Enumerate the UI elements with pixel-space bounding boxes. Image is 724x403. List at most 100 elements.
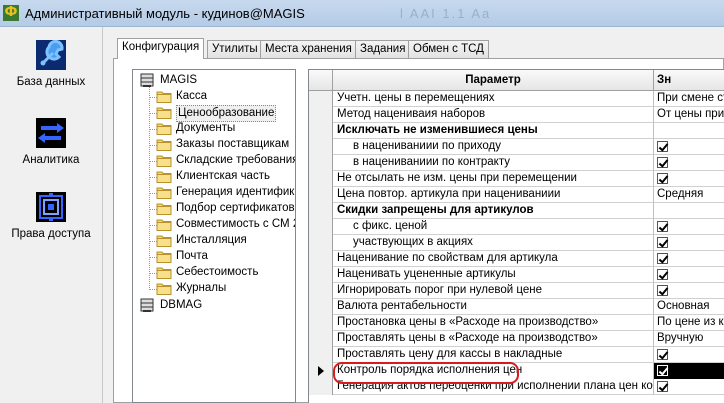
parameters-grid[interactable]: Параметр Зн Учетн. цены в перемещениях Пр… xyxy=(308,69,724,403)
value-cell[interactable] xyxy=(654,203,724,219)
value-cell[interactable] xyxy=(654,283,724,299)
table-row[interactable]: Генерация актов переоценки при исполнени… xyxy=(309,379,724,395)
column-header-parameter[interactable]: Параметр xyxy=(333,70,654,91)
row-indicator[interactable] xyxy=(309,379,333,395)
row-indicator[interactable] xyxy=(309,139,333,155)
checkbox-checked[interactable] xyxy=(657,173,668,184)
tab-tasks[interactable]: Задания xyxy=(355,40,411,58)
tree-node[interactable]: Совместимость с СМ 2 xyxy=(156,217,295,233)
tree-node[interactable]: Документы xyxy=(156,121,295,137)
checkbox-checked[interactable] xyxy=(657,237,668,248)
table-row[interactable]: Проставлять цены в «Расходе на производс… xyxy=(309,331,724,347)
checkbox-checked[interactable] xyxy=(657,381,668,392)
checkbox-checked[interactable] xyxy=(657,157,668,168)
table-row[interactable]: Не отсылать не изм. цены при перемещении xyxy=(309,171,724,187)
tree-node[interactable]: Журналы xyxy=(156,281,295,297)
row-indicator[interactable] xyxy=(309,91,333,107)
value-cell[interactable] xyxy=(654,347,724,363)
tree-node[interactable]: Складские требования xyxy=(156,153,295,169)
table-row-current[interactable]: Контроль порядка исполнения цен xyxy=(309,363,724,379)
tab-tsd-exchange[interactable]: Обмен с ТСД xyxy=(408,40,489,58)
table-row[interactable]: Цена повтор. артикула при нацениваниии Ср… xyxy=(309,187,724,203)
tab-configuration[interactable]: Конфигурация xyxy=(117,38,205,59)
tree-node-root-2[interactable]: DBMAG xyxy=(140,298,290,314)
checkbox-checked[interactable] xyxy=(657,365,668,376)
tab-storage-locations[interactable]: Места хранения xyxy=(260,40,357,58)
checkbox-checked[interactable] xyxy=(657,221,668,232)
table-row[interactable]: Скидки запрещены для артикулов xyxy=(309,203,724,219)
checkbox-checked[interactable] xyxy=(657,253,668,264)
value-cell[interactable]: От цены приход xyxy=(654,107,724,123)
table-row[interactable]: Наценивание по свойствам для артикула xyxy=(309,251,724,267)
tree-node[interactable]: Клиентская часть xyxy=(156,169,295,185)
value-cell[interactable]: Средняя xyxy=(654,187,724,203)
row-indicator[interactable] xyxy=(309,251,333,267)
analytics-arrows-icon xyxy=(35,117,67,149)
current-row-indicator[interactable] xyxy=(309,363,333,379)
configuration-tree[interactable]: MAGIS Касса Ценообразование Документы Заказ… xyxy=(132,69,296,403)
row-indicator[interactable] xyxy=(309,283,333,299)
checkbox-checked[interactable] xyxy=(657,285,668,296)
value-cell[interactable]: По цене из ка xyxy=(654,315,724,331)
row-indicator[interactable] xyxy=(309,203,333,219)
nav-item-access-rights[interactable]: Права доступа xyxy=(2,191,100,241)
row-indicator[interactable] xyxy=(309,315,333,331)
table-row[interactable]: Наценивать уцененные артикулы xyxy=(309,267,724,283)
tab-utilities[interactable]: Утилиты xyxy=(207,40,263,58)
value-cell[interactable]: Вручную xyxy=(654,331,724,347)
value-cell[interactable] xyxy=(654,267,724,283)
tree-node-root[interactable]: MAGIS xyxy=(140,73,290,89)
row-indicator[interactable] xyxy=(309,219,333,235)
row-indicator[interactable] xyxy=(309,299,333,315)
table-row[interactable]: Метод нацениваия наборовОт цены приход xyxy=(309,107,724,123)
row-indicator[interactable] xyxy=(309,235,333,251)
checkbox-checked[interactable] xyxy=(657,269,668,280)
row-indicator[interactable] xyxy=(309,187,333,203)
table-row[interactable]: Проставлять цену для кассы в накладные xyxy=(309,347,724,363)
parameter-cell: Проставлять цены в «Расходе на производс… xyxy=(333,331,654,347)
tree-node[interactable]: Заказы поставщикам xyxy=(156,137,295,153)
tree-node[interactable]: Себестоимость xyxy=(156,265,295,281)
row-indicator[interactable] xyxy=(309,107,333,123)
folder-icon xyxy=(156,218,172,231)
row-indicator[interactable] xyxy=(309,267,333,283)
checkbox-checked[interactable] xyxy=(657,349,668,360)
table-row[interactable]: Игнорировать порог при нулевой цене xyxy=(309,283,724,299)
row-indicator[interactable] xyxy=(309,171,333,187)
value-cell[interactable] xyxy=(654,139,724,155)
tree-node-label: Документы xyxy=(176,122,236,134)
row-indicator[interactable] xyxy=(309,123,333,139)
tree-node[interactable]: Касса xyxy=(156,89,295,105)
value-cell[interactable] xyxy=(654,363,724,379)
tree-node[interactable]: Генерация идентифика xyxy=(156,185,295,201)
table-row[interactable]: в нацениваниии по контракту xyxy=(309,155,724,171)
tree-node[interactable]: Подбор сертификатов с xyxy=(156,201,295,217)
table-row[interactable]: Исключать не изменившиеся цены xyxy=(309,123,724,139)
value-cell[interactable]: Основная xyxy=(654,299,724,315)
value-cell[interactable] xyxy=(654,219,724,235)
value-cell[interactable] xyxy=(654,251,724,267)
tree-node[interactable]: Инсталляция xyxy=(156,233,295,249)
tree-node[interactable]: Почта xyxy=(156,249,295,265)
value-cell[interactable] xyxy=(654,123,724,139)
table-row[interactable]: Учетн. цены в перемещениях При смене ст xyxy=(309,91,724,107)
value-cell[interactable] xyxy=(654,155,724,171)
row-indicator[interactable] xyxy=(309,155,333,171)
grid-header-indicator xyxy=(309,70,333,91)
row-indicator[interactable] xyxy=(309,347,333,363)
table-row[interactable]: в нацениваниии по приходу xyxy=(309,139,724,155)
table-row[interactable]: Валюта рентабельности Основная xyxy=(309,299,724,315)
tree-node[interactable]: Ценообразование xyxy=(156,105,295,122)
table-row[interactable]: участвующих в акциях xyxy=(309,235,724,251)
table-row[interactable]: с фикс. ценой xyxy=(309,219,724,235)
column-header-value[interactable]: Зн xyxy=(654,70,724,91)
table-row[interactable]: Простановка цены в «Расходе на производс… xyxy=(309,315,724,331)
value-cell[interactable]: При смене ст xyxy=(654,91,724,107)
checkbox-checked[interactable] xyxy=(657,141,668,152)
nav-item-analytics[interactable]: Аналитика xyxy=(2,117,100,167)
nav-item-database[interactable]: База данных xyxy=(2,39,100,89)
value-cell[interactable] xyxy=(654,171,724,187)
value-cell[interactable] xyxy=(654,379,724,395)
value-cell[interactable] xyxy=(654,235,724,251)
row-indicator[interactable] xyxy=(309,331,333,347)
